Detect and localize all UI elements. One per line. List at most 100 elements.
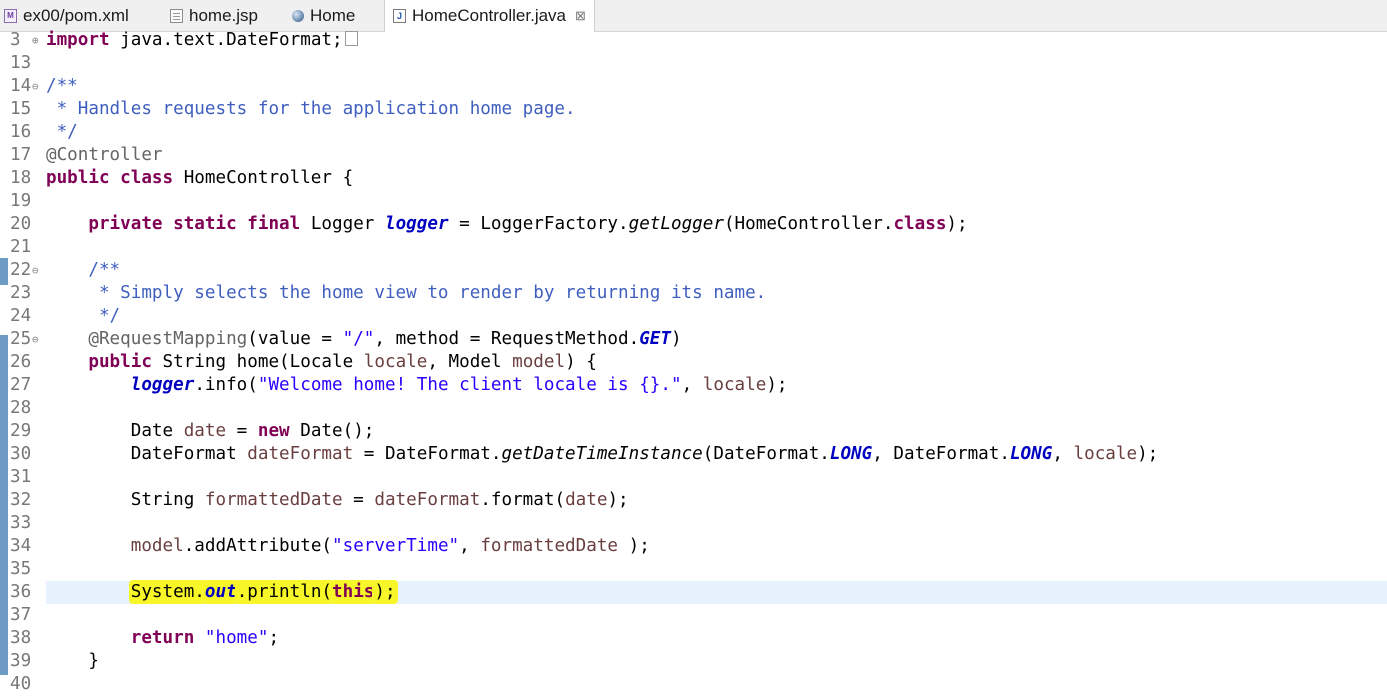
code-text: }: [46, 650, 99, 673]
pom-xml-icon: M: [4, 8, 17, 23]
code-token: "/": [342, 329, 375, 349]
code-line-23[interactable]: 23 * Simply selects the home view to ren…: [0, 282, 1387, 305]
code-token: "serverTime": [332, 536, 460, 556]
code-token: .format(: [480, 490, 566, 510]
code-token: = LoggerFactory.: [448, 214, 629, 234]
code-text: /**: [46, 75, 78, 98]
tab-home-controller-java[interactable]: J HomeController.java ⊠: [384, 0, 595, 32]
code-line-20[interactable]: 20 private static final Logger logger = …: [0, 213, 1387, 236]
code-token: System.: [130, 582, 205, 602]
code-line-28[interactable]: 28: [0, 397, 1387, 420]
collapse-fold-icon[interactable]: ⊖: [32, 259, 39, 282]
code-line-25[interactable]: 25 ⊖ @RequestMapping(value = "/", method …: [0, 328, 1387, 351]
collapsed-imports-icon[interactable]: [344, 30, 358, 46]
line-number: 30: [10, 444, 32, 464]
code-token: ,: [459, 536, 481, 556]
collapse-fold-icon[interactable]: ⊖: [32, 328, 39, 351]
code-token: ;: [268, 628, 280, 648]
code-text: @RequestMapping(value = "/", method = Re…: [46, 328, 681, 351]
code-line-37[interactable]: 37: [0, 604, 1387, 627]
line-number: 23: [10, 283, 32, 303]
code-line-14[interactable]: 14 ⊖ /**: [0, 75, 1387, 98]
code-line-19[interactable]: 19: [0, 190, 1387, 213]
line-number: 16: [10, 122, 32, 142]
line-number: 21: [10, 237, 32, 257]
line-number: 32: [10, 490, 32, 510]
line-number: 35: [10, 559, 32, 579]
editor-tab-bar: M ex00/pom.xml home.jsp Home J HomeContr…: [0, 0, 1387, 32]
code-line-24[interactable]: 24 */: [0, 305, 1387, 328]
code-editor[interactable]: 3 ⊕ import java.text.DateFormat; 13 14 ⊖/** 15…: [0, 29, 1387, 700]
code-token: getLogger: [628, 214, 724, 234]
tab-home-jsp[interactable]: home.jsp: [170, 0, 258, 31]
line-number: 26: [10, 352, 32, 372]
code-token: =: [226, 421, 258, 441]
code-token: .println(: [236, 582, 333, 602]
expand-fold-icon[interactable]: ⊕: [32, 29, 39, 52]
code-line-26[interactable]: 26 public String home(Locale locale, Mod…: [0, 351, 1387, 374]
code-token: date: [565, 490, 608, 510]
line-number: 37: [10, 605, 32, 625]
code-token: GET: [639, 329, 671, 349]
code-token: Logger: [300, 214, 385, 234]
code-text: @Controller: [46, 144, 163, 167]
code-line-32[interactable]: 32 String formattedDate = dateFormat.for…: [0, 489, 1387, 512]
code-token: (DateFormat.: [702, 444, 830, 464]
code-line-40[interactable]: 40: [0, 673, 1387, 696]
code-line-13[interactable]: 13: [0, 52, 1387, 75]
code-token: /**: [46, 260, 121, 280]
code-text: public String home(Locale locale, Model …: [46, 351, 596, 374]
java-file-icon: J: [393, 9, 406, 23]
line-number: 27: [10, 375, 32, 395]
code-token: );: [374, 582, 396, 602]
tab-label: home.jsp: [189, 5, 258, 25]
globe-icon: [292, 9, 304, 22]
code-line-36[interactable]: 36 System.out.println(this);: [0, 581, 1387, 604]
code-token: /**: [46, 76, 78, 96]
code-line-27[interactable]: 27 logger.info("Welcome home! The client…: [0, 374, 1387, 397]
code-line-3[interactable]: 3 ⊕ import java.text.DateFormat;: [0, 29, 1387, 52]
line-number: 33: [10, 513, 32, 533]
code-line-21[interactable]: 21: [0, 236, 1387, 259]
code-token: formattedDate: [204, 490, 343, 510]
code-token: new: [257, 421, 290, 441]
code-token: "Welcome home! The client locale is {}.": [257, 375, 682, 395]
code-line-18[interactable]: 18 public class HomeController {: [0, 167, 1387, 190]
code-line-39[interactable]: 39 }: [0, 650, 1387, 673]
code-line-16[interactable]: 16 */: [0, 121, 1387, 144]
code-text: */: [46, 121, 78, 144]
line-number: 18: [10, 168, 32, 188]
code-line-17[interactable]: 17 @Controller: [0, 144, 1387, 167]
line-number: 31: [10, 467, 32, 487]
code-text: * Simply selects the home view to render…: [46, 282, 766, 305]
tab-label: HomeController.java: [412, 6, 567, 25]
code-line-15[interactable]: 15 * Handles requests for the applicatio…: [0, 98, 1387, 121]
code-line-33[interactable]: 33: [0, 512, 1387, 535]
code-line-30[interactable]: 30 DateFormat dateFormat = DateFormat.ge…: [0, 443, 1387, 466]
code-line-35[interactable]: 35: [0, 558, 1387, 581]
code-token: LONG: [1009, 444, 1053, 464]
code-text: model.addAttribute("serverTime", formatt…: [46, 535, 650, 558]
line-number: 13: [10, 53, 32, 73]
code-line-29[interactable]: 29 Date date = new Date();: [0, 420, 1387, 443]
code-token: );: [607, 490, 629, 510]
code-token: * Handles requests for the application h…: [46, 99, 576, 119]
tab-home-browser[interactable]: Home: [292, 0, 355, 31]
code-text: String formattedDate = dateFormat.format…: [46, 489, 629, 512]
collapse-fold-icon[interactable]: ⊖: [32, 75, 39, 98]
code-token: locale: [702, 375, 767, 395]
code-text: */: [46, 305, 120, 328]
code-token: model: [512, 352, 566, 372]
code-line-22[interactable]: 22 ⊖ /**: [0, 259, 1387, 282]
code-text: /**: [46, 259, 120, 282]
code-token: HomeController {: [173, 168, 354, 188]
close-tab-icon[interactable]: ⊠: [575, 8, 586, 24]
code-line-38[interactable]: 38 return "home";: [0, 627, 1387, 650]
code-text: import java.text.DateFormat;: [46, 29, 358, 52]
code-line-31[interactable]: 31: [0, 466, 1387, 489]
line-number: 24: [10, 306, 32, 326]
tab-pom-xml[interactable]: M ex00/pom.xml: [4, 0, 129, 31]
code-line-34[interactable]: 34 model.addAttribute("serverTime", form…: [0, 535, 1387, 558]
